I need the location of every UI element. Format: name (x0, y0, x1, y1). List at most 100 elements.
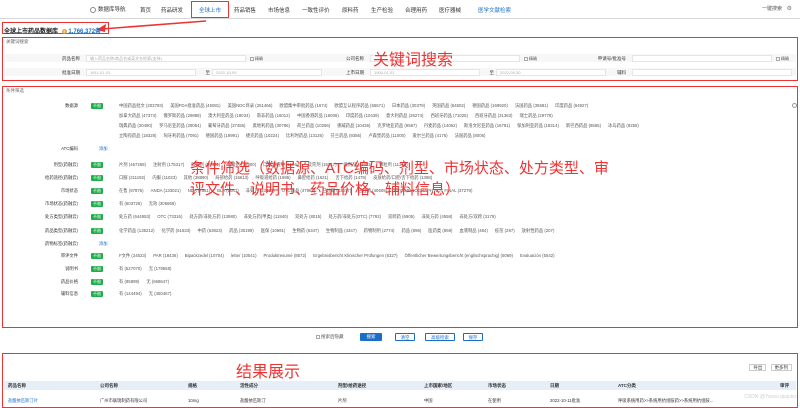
unlimited-tag[interactable]: 不限 (91, 188, 103, 194)
condition-option[interactable]: 血液制品 (484) (459, 228, 487, 233)
condition-option[interactable]: 芬兰药品 (9356) (331, 133, 362, 138)
condition-option[interactable]: 非处方药(甲类) (11940) (244, 214, 288, 219)
condition-option[interactable]: 疫苗 (297) (495, 228, 515, 233)
search-button[interactable]: 搜索 (360, 333, 382, 341)
unlimited-tag[interactable]: 不限 (91, 228, 103, 234)
condition-option[interactable]: 片剂 (467269) (119, 162, 146, 167)
condition-option[interactable]: 双处方 (8015) (295, 214, 322, 219)
condition-option[interactable]: 匈牙利药品 (7091) (164, 133, 199, 138)
condition-option[interactable]: Produktresumé (8572) (264, 253, 307, 258)
condition-option[interactable]: 双跨药 (6905) (388, 214, 415, 219)
unlimited-tag[interactable]: 不限 (91, 279, 103, 285)
col-country[interactable]: 上市国家/地区 (424, 383, 452, 389)
condition-option[interactable]: 卢森堡药品 (11000) (368, 133, 405, 138)
exact-checkbox-drug[interactable]: 精确 (250, 56, 263, 62)
condition-option[interactable]: 医保 (10691) (261, 228, 286, 233)
col-dosage[interactable]: 剂型/给药途径 (338, 383, 366, 389)
condition-option[interactable]: 处方药/非处方(OTC) (7792) (329, 214, 382, 219)
condition-option[interactable]: 南非药品 (16012) (257, 113, 290, 118)
nav-drug-sales[interactable]: 药品销售 (234, 6, 256, 14)
condition-option[interactable]: Ergebnisbericht Klinischer Prüfungen (63… (313, 253, 397, 258)
condition-option[interactable]: 西班牙药品 (71025) (431, 113, 469, 118)
condition-option[interactable]: 新巴西药品 (8565) (566, 123, 601, 128)
condition-option[interactable]: 药品 (30199) (229, 228, 254, 233)
condition-option[interactable]: letter (10541) (231, 253, 257, 258)
condition-option[interactable]: 德国药品 (19991) (206, 133, 239, 138)
col-atc[interactable]: ATC分类 (618, 383, 636, 389)
condition-option[interactable]: 意大利药品 (26274) (386, 113, 424, 118)
nav-literature[interactable]: 医学文献检索 (478, 6, 511, 14)
unlimited-tag[interactable]: 不限 (91, 103, 103, 109)
condition-option[interactable]: Evaluación (5542) (520, 253, 555, 258)
condition-option[interactable]: 克罗地亚药品 (9587) (377, 123, 416, 128)
condition-option[interactable]: PAR (18436) (153, 253, 178, 258)
condition-option[interactable]: 保加利亚药品 (18314) (517, 123, 559, 128)
unlimited-tag[interactable]: 不限 (91, 201, 103, 207)
settings-icon[interactable]: ⚙ (787, 5, 792, 12)
unlimited-tag[interactable]: 不限 (91, 291, 103, 297)
condition-add-link[interactable]: 添加 (99, 241, 108, 247)
unlimited-tag[interactable]: 不限 (91, 266, 103, 272)
condition-option[interactable]: 化学药 (61633) (162, 228, 191, 233)
condition-option[interactable]: 德国药品 (169920) (472, 103, 508, 108)
condition-option[interactable]: 有 (85899) (119, 279, 139, 284)
one-click-search[interactable]: 一键搜索 (762, 5, 782, 12)
condition-option[interactable]: 斯洛文尼亚药品 (16781) (464, 123, 510, 128)
condition-option[interactable]: 化学药品 (135212) (119, 228, 155, 233)
condition-option[interactable]: 欧盟集中审批药品 (1674) (279, 103, 327, 108)
database-nav-logo[interactable]: 数据库导航 (90, 5, 126, 13)
condition-option[interactable]: Öffentlicher Bewertungsbericht (englisch… (405, 253, 513, 258)
condition-option[interactable]: 内服 (11023) (152, 175, 176, 180)
unlimited-tag[interactable]: 不限 (91, 214, 103, 220)
clear-button[interactable]: 清空 (395, 333, 415, 341)
condition-option[interactable]: 非处方/双跨 (3179) (459, 214, 495, 219)
condition-option[interactable]: 奥地利药品 (30786) (253, 123, 291, 128)
condition-option[interactable]: 美国NDC目录 (251466) (228, 103, 273, 108)
condition-option[interactable]: 中药 (63823) (198, 228, 223, 233)
condition-option[interactable]: 挪威药品 (10436) (337, 123, 370, 128)
exact-checkbox-approval[interactable]: 精确 (776, 56, 789, 62)
condition-option[interactable]: 无 (668647) (146, 279, 169, 284)
condition-option[interactable]: 西班牙药品 (31363) (475, 113, 513, 118)
condition-option[interactable]: 加拿大药品 (47374) (119, 113, 157, 118)
unlimited-tag[interactable]: 不限 (91, 175, 103, 181)
condition-option[interactable]: 药物制剂 (2774) (364, 228, 395, 233)
condition-option[interactable]: 法国药品 (8006) (455, 133, 486, 138)
unlimited-tag[interactable]: 不限 (91, 253, 103, 259)
nav-api[interactable]: 原料药 (342, 6, 359, 14)
more-columns-button[interactable]: 更多列 (770, 364, 792, 371)
condition-option[interactable]: 中国药品批文 (203793) (119, 103, 163, 108)
condition-option[interactable]: F文件 (24523) (119, 253, 146, 258)
condition-option[interactable]: 处方药/非处方药 (13980) (189, 214, 236, 219)
export-button[interactable]: 导出 (749, 364, 767, 371)
condition-option[interactable]: 葡萄牙药品 (37456) (208, 123, 246, 128)
condition-option[interactable]: 处方药 (644953) (119, 214, 150, 219)
condition-option[interactable]: 罗马尼亚药品 (29054) (159, 123, 201, 128)
nav-consistency[interactable]: 一致性评价 (302, 6, 330, 14)
condition-option[interactable]: 有 (527070) (119, 266, 142, 271)
condition-option[interactable]: 放射性药品 (207) (522, 228, 555, 233)
collapse-after-search[interactable]: 搜索后隐藏 (316, 333, 344, 341)
col-review[interactable]: 审评 (780, 383, 789, 389)
condition-option[interactable]: 澳大利亚药品 (19034) (208, 113, 250, 118)
condition-option[interactable]: Bipackzedel (10704) (185, 253, 224, 258)
condition-option[interactable]: 日本药品 (30379) (392, 103, 425, 108)
exact-checkbox-company[interactable]: 精确 (524, 56, 537, 62)
nav-drug-rd[interactable]: 药品研发 (161, 6, 183, 14)
nav-devices[interactable]: 医疗器械 (439, 6, 461, 14)
nav-market-info[interactable]: 市场信息 (268, 6, 290, 14)
condition-option[interactable]: 爱尔兰药品 (4176) (413, 133, 448, 138)
condition-option[interactable]: 丹麦药品 (14062) (424, 123, 457, 128)
condition-option[interactable]: 英国药品 (64502) (432, 103, 465, 108)
condition-option[interactable]: 注射剂 (175317) (153, 162, 184, 167)
condition-option[interactable]: 中国香港药品 (16006) (297, 113, 339, 118)
col-drug-name[interactable]: 药品名称 (8, 383, 26, 389)
condition-option[interactable]: 医药类 (869) (428, 228, 452, 233)
condition-option[interactable]: 瑞典药品 (30490) (119, 123, 152, 128)
col-market[interactable]: 市场状态 (488, 383, 506, 389)
condition-option[interactable]: 欧盟互认程序药品 (55671) (334, 103, 384, 108)
condition-option[interactable]: 捷克药品 (10224) (246, 133, 279, 138)
condition-option[interactable]: 美国FDA批准药品 (45081) (170, 103, 220, 108)
excipient-input[interactable] (632, 69, 792, 76)
condition-option[interactable]: 有 (144494) (119, 291, 142, 296)
